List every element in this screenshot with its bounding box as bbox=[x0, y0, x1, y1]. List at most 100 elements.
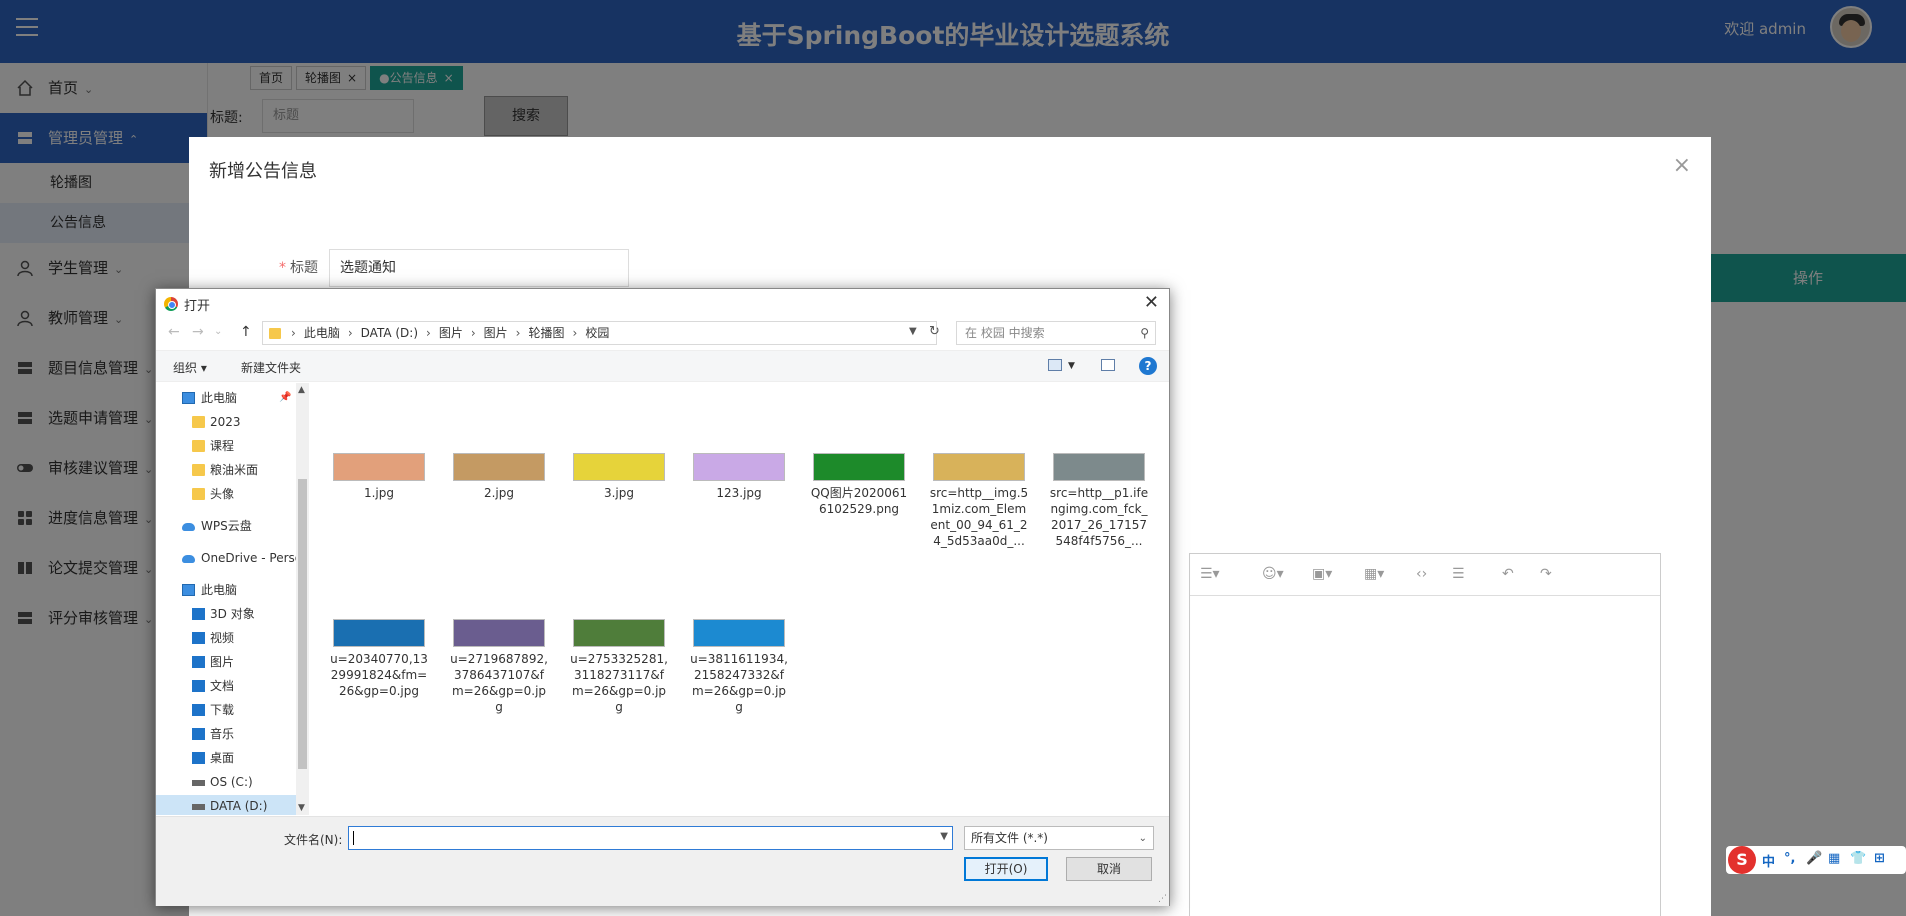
folder-search-input[interactable]: 在 校园 中搜索 ⚲ bbox=[956, 321, 1156, 345]
blue-icon bbox=[192, 656, 205, 668]
filename-input[interactable]: ▼ bbox=[348, 826, 953, 850]
scroll-down-icon[interactable]: ▼ bbox=[298, 803, 305, 813]
nav-pane-label: 此电脑 bbox=[201, 391, 238, 405]
undo-icon[interactable]: ↶ bbox=[1502, 566, 1514, 582]
file-item[interactable]: 3.jpg bbox=[569, 453, 669, 501]
image-thumbnail bbox=[813, 453, 905, 481]
title-field-label: * 标题 bbox=[279, 257, 318, 277]
image-thumbnail bbox=[333, 619, 425, 647]
file-open-dialog: 打开 ✕ ← → ⌄ ↑ › 此电脑 › DATA (D:) › 图片 › 图片 › 轮播图 › 校园… bbox=[155, 288, 1170, 906]
view-mode-icon[interactable] bbox=[1048, 359, 1062, 371]
title-input[interactable]: 选题通知 bbox=[329, 249, 629, 287]
skin-icon[interactable]: 👕 bbox=[1850, 851, 1866, 866]
nav-pane-item[interactable]: DATA (D:) bbox=[156, 795, 296, 815]
file-item[interactable]: 123.jpg bbox=[689, 453, 789, 501]
refresh-icon[interactable]: ↻ bbox=[929, 324, 940, 339]
breadcrumb-item[interactable]: DATA (D:) bbox=[361, 326, 418, 340]
nav-pane-item[interactable]: 图片 bbox=[156, 651, 296, 673]
file-type-select[interactable]: 所有文件 (*.*) ⌄ bbox=[964, 826, 1154, 850]
file-item[interactable]: src=http__img.51miz.com_Element_00_94_61… bbox=[929, 453, 1029, 549]
file-name: 2.jpg bbox=[483, 486, 515, 500]
scroll-thumb[interactable] bbox=[298, 479, 307, 769]
cancel-button[interactable]: 取消 bbox=[1066, 857, 1152, 881]
forward-icon[interactable]: → bbox=[192, 324, 204, 340]
nav-pane-item[interactable]: 粮油米面 bbox=[156, 459, 296, 481]
nav-pane-label: 文档 bbox=[210, 679, 235, 693]
dialog-titlebar[interactable]: 打开 ✕ bbox=[156, 289, 1169, 319]
up-folder-icon[interactable]: ↑ bbox=[240, 324, 252, 340]
help-icon[interactable]: ? bbox=[1139, 357, 1157, 375]
image-thumbnail bbox=[933, 453, 1025, 481]
file-item[interactable]: u=2753325281,3118273117&fm=26&gp=0.jpg bbox=[569, 619, 669, 715]
organize-button[interactable]: 组织 ▾ bbox=[173, 359, 207, 376]
close-icon[interactable]: × bbox=[1673, 153, 1691, 178]
file-name: QQ图片20200616102529.png bbox=[810, 486, 908, 516]
chevron-down-icon[interactable]: ▼ bbox=[1068, 361, 1075, 371]
nav-pane-item[interactable]: OneDrive - Perso bbox=[156, 547, 302, 569]
nav-pane-label: 图片 bbox=[210, 655, 235, 669]
dialog-title: 打开 bbox=[184, 299, 211, 314]
nav-pane-item[interactable]: 3D 对象 bbox=[156, 603, 296, 625]
redo-icon[interactable]: ↷ bbox=[1540, 566, 1552, 582]
file-item[interactable]: 1.jpg bbox=[329, 453, 429, 501]
file-item[interactable]: u=20340770,1329991824&fm=26&gp=0.jpg bbox=[329, 619, 429, 699]
divider-icon[interactable]: ☰ bbox=[1452, 566, 1465, 582]
chevron-down-icon: ⌄ bbox=[1138, 833, 1147, 844]
preview-pane-icon[interactable] bbox=[1101, 359, 1115, 371]
pc-icon bbox=[182, 584, 195, 596]
nav-pane-item[interactable]: 桌面 bbox=[156, 747, 296, 769]
nav-pane-label: DATA (D:) bbox=[210, 799, 268, 813]
microphone-icon[interactable]: 🎤 bbox=[1806, 851, 1822, 866]
breadcrumb-item[interactable]: 图片 bbox=[484, 326, 508, 340]
nav-pane-item[interactable]: 课程 bbox=[156, 435, 296, 457]
toolbox-icon[interactable]: ⊞ bbox=[1874, 851, 1885, 866]
indent-icon[interactable]: ☰▾ bbox=[1200, 566, 1220, 582]
ime-punctuation-toggle[interactable]: °, bbox=[1784, 851, 1795, 866]
nav-pane-item[interactable]: 下载 bbox=[156, 699, 296, 721]
ime-language-toggle[interactable]: 中 bbox=[1762, 851, 1775, 870]
sogou-logo-icon[interactable]: S bbox=[1728, 846, 1756, 874]
blue-icon bbox=[192, 608, 205, 620]
address-bar[interactable]: › 此电脑 › DATA (D:) › 图片 › 图片 › 轮播图 › 校园 bbox=[262, 321, 937, 345]
nav-pane-item[interactable]: WPS云盘 bbox=[156, 515, 296, 537]
nav-pane-item[interactable]: OS (C:) bbox=[156, 771, 296, 793]
image-icon[interactable]: ▣▾ bbox=[1312, 566, 1332, 582]
file-item[interactable]: 2.jpg bbox=[449, 453, 549, 501]
nav-pane-item[interactable]: 2023 bbox=[156, 411, 296, 433]
back-icon[interactable]: ← bbox=[168, 324, 180, 340]
mouse-cursor-icon bbox=[267, 391, 279, 409]
resize-grip-icon[interactable]: ⋰ bbox=[1158, 894, 1167, 904]
nav-pane-item[interactable]: 文档 bbox=[156, 675, 296, 697]
chevron-down-icon[interactable]: ▼ bbox=[940, 831, 948, 842]
blue-icon bbox=[192, 752, 205, 764]
nav-pane-item[interactable]: 头像 bbox=[156, 483, 296, 505]
nav-pane-label: 音乐 bbox=[210, 727, 235, 741]
code-icon[interactable]: ‹› bbox=[1416, 566, 1427, 582]
open-button[interactable]: 打开(O) bbox=[964, 857, 1048, 881]
chevron-down-icon[interactable]: ▼ bbox=[909, 326, 917, 337]
scroll-up-icon[interactable]: ▲ bbox=[298, 385, 305, 395]
emoji-icon[interactable]: ☺▾ bbox=[1262, 566, 1284, 582]
breadcrumb-item[interactable]: 校园 bbox=[585, 326, 609, 340]
file-item[interactable]: u=3811611934,2158247332&fm=26&gp=0.jpg bbox=[689, 619, 789, 715]
close-icon[interactable]: ✕ bbox=[1144, 292, 1159, 313]
file-item[interactable]: u=2719687892,3786437107&fm=26&gp=0.jpg bbox=[449, 619, 549, 715]
nav-pane-label: OS (C:) bbox=[210, 775, 253, 789]
new-folder-button[interactable]: 新建文件夹 bbox=[241, 359, 301, 376]
nav-pane-item[interactable]: 视频 bbox=[156, 627, 296, 649]
keyboard-icon[interactable]: ▦ bbox=[1828, 851, 1840, 866]
table-icon[interactable]: ▦▾ bbox=[1364, 566, 1384, 582]
nav-pane-item[interactable]: 此电脑 bbox=[156, 579, 296, 601]
file-item[interactable]: src=http__p1.ifengimg.com_fck_2017_26_17… bbox=[1049, 453, 1149, 549]
drive-icon bbox=[192, 780, 205, 786]
breadcrumb-item[interactable]: 此电脑 bbox=[304, 326, 340, 340]
breadcrumb-item[interactable]: 图片 bbox=[439, 326, 463, 340]
breadcrumb-item[interactable]: 轮播图 bbox=[528, 326, 564, 340]
file-item[interactable]: QQ图片20200616102529.png bbox=[809, 453, 909, 517]
dialog-footer: 文件名(N): ▼ 所有文件 (*.*) ⌄ 打开(O) 取消 ⋰ bbox=[156, 816, 1169, 906]
recent-locations-icon[interactable]: ⌄ bbox=[214, 326, 222, 337]
nav-pane-item[interactable]: 音乐 bbox=[156, 723, 296, 745]
nav-pane-scrollbar[interactable]: ▲ ▼ bbox=[296, 383, 309, 815]
rich-text-editor[interactable]: ☰▾ ☺▾ ▣▾ ▦▾ ‹› ☰ ↶ ↷ bbox=[1189, 553, 1661, 916]
dialog-toolbar: 组织 ▾ 新建文件夹 ▼ ? bbox=[156, 350, 1169, 382]
